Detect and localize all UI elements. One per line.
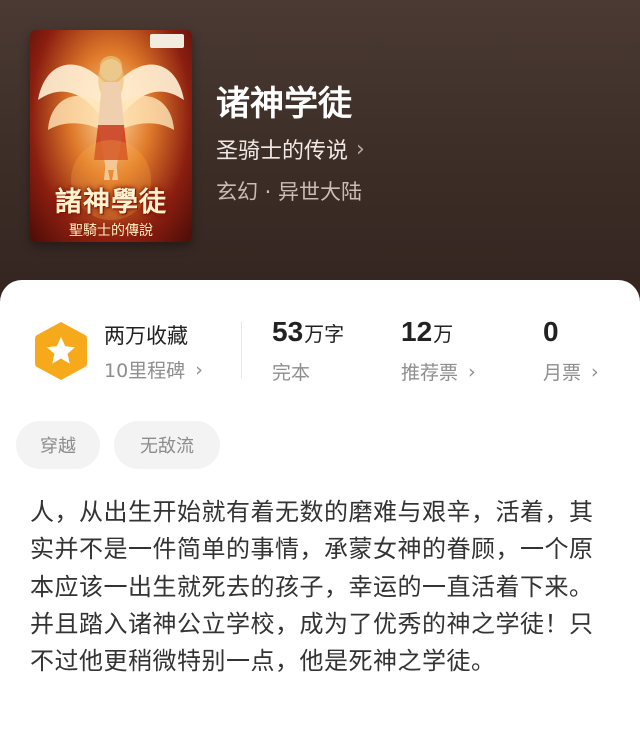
book-info-panel: 两万收藏 10里程碑 › 53万字 完本 12万 推荐票 › 0 月票 › 穿越… — [0, 280, 640, 729]
recommend-count: 12万 — [401, 316, 453, 348]
book-cover[interactable]: 諸神學徒 聖騎士的傳說 — [30, 30, 192, 242]
tag-chuanyue[interactable]: 穿越 — [16, 421, 100, 469]
status-label: 完本 — [272, 362, 311, 384]
chevron-right-icon: › — [468, 360, 476, 383]
stats-divider — [241, 322, 242, 378]
recommend-ticket-label: 推荐票 — [401, 362, 459, 384]
monthly-count: 0 — [543, 316, 559, 348]
genre-label: 玄幻 · 异世大陆 — [216, 180, 363, 204]
monthly-value: 0 — [543, 316, 559, 347]
recommend-value: 12 — [401, 316, 433, 347]
word-count: 53万字 — [272, 316, 344, 348]
recommend-ticket-link[interactable]: 推荐票 › — [401, 358, 476, 385]
cover-title: 諸神學徒 — [55, 187, 167, 218]
publisher-logo — [150, 34, 184, 48]
milestone-label: 10里程碑 — [104, 360, 186, 382]
series-link[interactable]: 圣骑士的传说 › — [216, 133, 365, 165]
book-description: 人，从出生开始就有着无数的磨难与艰辛，活着，其实并不是一件简单的事情，承蒙女神的… — [30, 498, 594, 676]
book-header: 諸神學徒 聖騎士的傳說 诸神学徒 圣骑士的传说 › 玄幻 · 异世大陆 — [0, 0, 640, 300]
book-title: 诸神学徒 — [216, 84, 352, 124]
word-count-unit: 万字 — [304, 322, 345, 346]
recommend-unit: 万 — [433, 322, 454, 346]
collection-title: 两万收藏 — [104, 324, 188, 348]
monthly-ticket-label: 月票 — [543, 362, 582, 384]
cover-subtitle: 聖騎士的傳說 — [69, 223, 153, 239]
star-hexagon-icon[interactable] — [33, 320, 89, 382]
milestone-link[interactable]: 10里程碑 › — [104, 356, 203, 383]
tag-wudiliu[interactable]: 无敌流 — [114, 421, 220, 469]
word-count-value: 53 — [272, 316, 304, 347]
chevron-right-icon: › — [195, 358, 203, 381]
chevron-right-icon: › — [356, 136, 365, 162]
series-label: 圣骑士的传说 — [216, 139, 349, 164]
chevron-right-icon: › — [591, 360, 599, 383]
monthly-ticket-link[interactable]: 月票 › — [543, 358, 599, 385]
